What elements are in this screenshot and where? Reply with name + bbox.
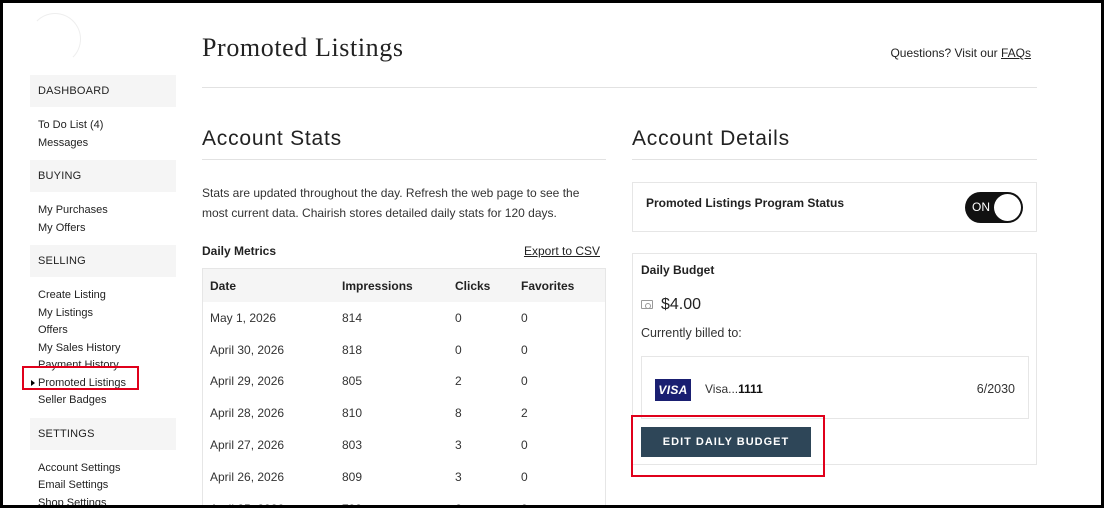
card-number: Visa...1111 — [705, 382, 763, 396]
sidebar-item-messages[interactable]: Messages — [38, 135, 176, 153]
page-title: Promoted Listings — [202, 33, 404, 62]
budget-amount: $4.00 — [661, 296, 702, 313]
table-row: April 26, 2026 809 3 0 — [203, 461, 605, 493]
sidebar-item-email-settings[interactable]: Email Settings — [38, 477, 176, 495]
payment-card: VISA Visa...1111 6/2030 — [641, 356, 1029, 419]
toggle-knob — [994, 194, 1021, 221]
table-row: April 25, 2026 799 6 0 — [203, 493, 605, 505]
cell-date: April 27, 2026 — [210, 438, 285, 453]
cell-impressions: 803 — [342, 438, 363, 453]
cell-impressions: 810 — [342, 406, 363, 421]
cell-clicks: 6 — [448, 493, 514, 505]
sidebar-section-selling: SELLING — [30, 245, 176, 277]
cell-favorites: 0 — [514, 493, 605, 505]
details-divider — [632, 159, 1037, 160]
program-status-label: Promoted Listings Program Status — [646, 196, 845, 210]
cell-impressions: 818 — [342, 342, 363, 357]
card-expiry: 6/2030 — [976, 382, 1015, 396]
program-status-card: Promoted Listings Program Status ON — [632, 182, 1037, 232]
sidebar-section-settings: SETTINGS — [30, 417, 176, 450]
sidebar-section-buying: BUYING — [30, 160, 176, 192]
column-header-favorites: Favorites — [521, 278, 575, 293]
sidebar-item-seller-badges[interactable]: Seller Badges — [38, 392, 176, 410]
cell-clicks: 0 — [455, 342, 462, 357]
table-row: April 29, 2026 805 2 0 — [203, 366, 605, 398]
card-prefix: Visa... — [705, 382, 739, 396]
page-frame: DASHBOARD To Do List (4) Messages BUYING… — [0, 0, 1104, 508]
daily-metrics-title: Daily Metrics — [202, 244, 277, 258]
sidebar-item-my-offers[interactable]: My Offers — [38, 220, 176, 238]
column-header-impressions: Impressions — [342, 278, 413, 293]
export-csv-link[interactable]: Export to CSV — [524, 244, 600, 258]
sidebar-item-todo-list[interactable]: To Do List (4) — [38, 117, 176, 135]
toggle-state-label: ON — [972, 200, 990, 214]
column-header-date: Date — [210, 278, 237, 293]
account-stats-title: Account Stats — [202, 127, 342, 150]
table-row: April 30, 2026 818 0 0 — [203, 334, 605, 366]
sidebar-item-my-sales-history[interactable]: My Sales History — [38, 340, 176, 358]
cell-favorites: 0 — [521, 374, 528, 389]
highlight-box-button — [631, 415, 825, 477]
cell-clicks: 3 — [455, 438, 462, 453]
billed-to-label: Currently billed to: — [641, 326, 742, 340]
highlight-box-sidebar — [22, 366, 139, 390]
cell-clicks: 0 — [455, 310, 462, 325]
cell-impressions: 805 — [342, 374, 363, 389]
sidebar-item-create-listing[interactable]: Create Listing — [38, 287, 176, 305]
stats-divider — [202, 159, 606, 160]
cell-date: April 29, 2026 — [210, 374, 285, 389]
cell-favorites: 0 — [521, 342, 528, 357]
sidebar-item-offers[interactable]: Offers — [38, 322, 176, 340]
cell-date: April 26, 2026 — [210, 469, 285, 484]
faq-prefix: Questions? Visit our — [890, 46, 998, 60]
visa-logo-icon: VISA — [655, 379, 691, 401]
sidebar-item-account-settings[interactable]: Account Settings — [38, 460, 176, 478]
account-details-title: Account Details — [632, 127, 790, 150]
sidebar-item-shop-settings[interactable]: Shop Settings — [38, 495, 176, 506]
column-header-clicks: Clicks — [455, 278, 491, 293]
card-last4: 1111 — [738, 382, 763, 396]
cell-date: April 25, 2026 — [203, 493, 335, 505]
cell-date: April 30, 2026 — [210, 342, 285, 357]
cell-impressions: 814 — [342, 310, 363, 325]
cell-clicks: 2 — [455, 374, 462, 389]
sidebar-section-dashboard: DASHBOARD — [30, 75, 176, 107]
header-divider — [202, 87, 1037, 88]
cell-impressions: 809 — [342, 469, 363, 484]
cell-favorites: 0 — [521, 469, 528, 484]
table-header-row: Date Impressions Clicks Favorites — [203, 269, 605, 302]
cell-date: May 1, 2026 — [210, 310, 277, 325]
site-logo[interactable] — [29, 13, 81, 65]
faq-prompt: Questions? Visit our FAQs — [890, 46, 1031, 60]
table-row: April 28, 2026 810 8 2 — [203, 397, 605, 429]
cell-impressions: 799 — [335, 493, 448, 505]
sidebar-nav: DASHBOARD To Do List (4) Messages BUYING… — [30, 75, 176, 506]
cell-favorites: 2 — [521, 406, 528, 421]
cell-date: April 28, 2026 — [210, 406, 285, 421]
daily-metrics-table: Date Impressions Clicks Favorites May 1,… — [202, 268, 606, 505]
sidebar-item-my-listings[interactable]: My Listings — [38, 305, 176, 323]
table-row: April 27, 2026 803 3 0 — [203, 429, 605, 461]
sidebar-item-my-purchases[interactable]: My Purchases — [38, 202, 176, 220]
program-status-toggle[interactable]: ON — [965, 192, 1023, 223]
cell-favorites: 0 — [521, 438, 528, 453]
table-row: May 1, 2026 814 0 0 — [203, 302, 605, 334]
cell-favorites: 0 — [521, 310, 528, 325]
money-icon — [641, 300, 653, 309]
cell-clicks: 8 — [455, 406, 462, 421]
cell-clicks: 3 — [455, 469, 462, 484]
stats-description: Stats are updated throughout the day. Re… — [202, 186, 580, 220]
faq-link[interactable]: FAQs — [1001, 46, 1031, 60]
daily-budget-label: Daily Budget — [641, 263, 715, 277]
